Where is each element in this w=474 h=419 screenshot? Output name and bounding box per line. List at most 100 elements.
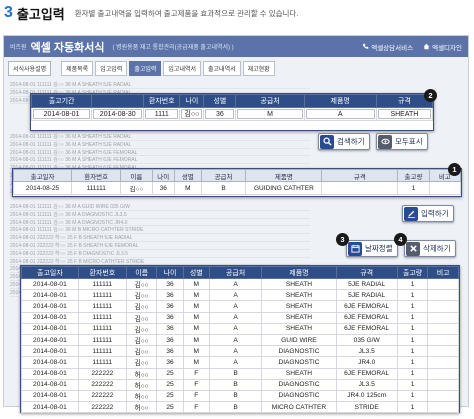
table-row[interactable]: 2014-08-01 222222 허○○ 25 F B SHEATH 6JE FEMORAL… xyxy=(21,367,459,380)
table-cell: 6JE FEMORAL xyxy=(335,322,398,335)
table-row[interactable]: 2014-08-01 222222 허○○ 25 F B MICRO CATHTER STRI… xyxy=(21,401,459,414)
table-cell: 김○○ xyxy=(125,289,158,302)
table-cell: A xyxy=(208,345,263,358)
input-product-field[interactable]: GUIDING CATHTER xyxy=(245,181,323,195)
table-cell: B xyxy=(208,378,263,391)
service-link[interactable]: 엑셀디자인 xyxy=(423,42,462,52)
table-cell xyxy=(427,289,459,302)
sort-date-button[interactable]: 날짜정렬 xyxy=(346,240,398,257)
table-cell: 6JE FEMORAL xyxy=(335,300,398,313)
search-button[interactable]: 검색하기 xyxy=(318,133,370,150)
table-cell: SHEATH xyxy=(261,300,337,313)
search-product[interactable]: SHEATH xyxy=(377,109,431,119)
table-cell xyxy=(427,345,459,358)
input-note-field[interactable] xyxy=(428,181,462,195)
search-start-date[interactable]: 2014-08-01 xyxy=(33,109,91,119)
table-cell: 222222 xyxy=(77,367,127,380)
support-link[interactable]: 엑셀상담서비스 xyxy=(362,42,413,52)
input-spec-field[interactable] xyxy=(321,181,399,195)
table-row[interactable]: 2014-08-01 111111 김○○ 36 M A DIAGNOSTIC JL3.5 1 xyxy=(21,345,459,358)
table-cell: 2014-08-01 xyxy=(21,333,79,347)
table-cell: M xyxy=(182,277,210,291)
input-sex-field[interactable]: M xyxy=(173,181,202,195)
input-supplier-field[interactable]: B xyxy=(200,181,247,195)
show-all-button[interactable]: 모두표시 xyxy=(376,133,428,150)
table-cell: 2014-08-01 xyxy=(21,289,79,302)
search-patient-no[interactable]: 1111 xyxy=(145,109,179,119)
tab-inbound-report[interactable]: 입고내역서 xyxy=(163,60,202,76)
input-header-row: 출고일자 환자번호 이름 나이 성별 공급처 제품명 규격 출고량 비고 xyxy=(12,169,462,182)
tab-stock-status[interactable]: 재고현황 xyxy=(242,60,275,76)
pencil-icon xyxy=(404,206,418,221)
table-cell: M xyxy=(182,356,210,369)
table-cell: 2014-08-01 xyxy=(21,367,79,380)
table-cell: B xyxy=(208,401,263,414)
table-cell xyxy=(427,300,459,313)
tab-product-list[interactable]: 제품목록 xyxy=(61,60,94,76)
tab-outbound-report[interactable]: 출고내역서 xyxy=(203,60,241,76)
search-end-date[interactable]: 2014-08-30 xyxy=(93,109,143,119)
table-row[interactable]: 2014-08-01 111111 김○○ 36 M A SHEATH 6JE FEMORAL… xyxy=(21,322,459,335)
table-row[interactable]: 2014-08-01 222222 허○○ 25 F B DIAGNOSTIC JR4.0 1… xyxy=(21,389,459,403)
tab-outbound-input[interactable]: 출고입력 xyxy=(129,60,162,76)
table-cell: 36 xyxy=(156,300,184,313)
table-cell: 1 xyxy=(396,345,429,358)
search-age[interactable]: 36 xyxy=(205,109,235,119)
background-row: 2014-08-01 111111 김○○ 36 M A GUID WIRE 0… xyxy=(10,203,310,211)
input-header-spec: 규격 xyxy=(321,169,399,182)
table-cell: GUID WIRE xyxy=(261,333,337,347)
table-cell: JR4.0 125cm xyxy=(335,389,398,403)
table-cell: 6JE FEMORAL xyxy=(335,311,398,324)
table-cell: 111111 xyxy=(77,277,127,291)
table-row[interactable]: 2014-08-01 111111 김○○ 36 M A GUID WIRE 035 G/W 1 xyxy=(21,333,459,347)
table-row[interactable]: 2014-08-01 111111 김○○ 36 M A SHEATH 5JE RADIAL 1 xyxy=(21,277,459,291)
table-cell: F xyxy=(182,401,210,414)
table-row[interactable]: 2014-08-01 111111 김○○ 36 M A SHEATH 6JE FEMORAL… xyxy=(21,300,459,313)
table-row[interactable]: 2014-08-01 222222 허○○ 25 F B DIAGNOSTIC JL3.5 1 xyxy=(21,378,459,391)
input-header-qty: 출고량 xyxy=(397,169,430,182)
phone-icon xyxy=(362,43,369,49)
table-cell: SHEATH xyxy=(261,367,337,380)
results-header-name: 이름 xyxy=(125,266,158,279)
table-cell: 222222 xyxy=(77,401,127,414)
table-cell: 2014-08-01 xyxy=(21,356,79,369)
input-patient-no-field[interactable]: 111111 xyxy=(71,181,122,195)
table-cell xyxy=(427,277,459,291)
input-button[interactable]: 입력하기 xyxy=(402,205,454,222)
input-name-field[interactable]: 김○○ xyxy=(120,181,153,195)
background-row: 2014-08-01 111111 김○○ 36 M A DIAGNOSTIC … xyxy=(10,219,310,227)
results-header-product: 제품명 xyxy=(261,266,337,279)
input-qty-field[interactable]: 1 xyxy=(397,181,430,195)
delete-button[interactable]: 삭제하기 xyxy=(404,240,456,257)
table-cell: 김○○ xyxy=(125,345,158,358)
search-supplier[interactable]: A xyxy=(305,109,375,119)
input-button-label: 입력하기 xyxy=(421,209,449,218)
manual-button[interactable]: 서식사용설명 xyxy=(8,60,52,76)
table-cell: 2014-08-01 xyxy=(21,300,79,313)
table-row[interactable]: 2014-08-01 111111 김○○ 36 M A DIAGNOSTIC JR4.0 1 xyxy=(21,356,459,369)
results-header-row: 출고일자 환자번호 이름 나이 성별 공급처 제품명 규격 출고량 비고 xyxy=(21,266,459,279)
table-cell: 2014-08-01 xyxy=(21,277,79,291)
table-cell: F xyxy=(182,378,210,391)
search-name[interactable]: 김○○ xyxy=(181,109,203,119)
table-cell: JL3.5 xyxy=(335,378,398,391)
table-cell: 1 xyxy=(396,289,429,302)
background-row: 2014-08-01 111111 김○○ 36 M A SHEATH 5JE … xyxy=(10,133,310,141)
table-cell: A xyxy=(208,356,263,369)
table-cell: 111111 xyxy=(77,322,127,335)
table-cell: M xyxy=(182,345,210,358)
table-cell: B xyxy=(208,389,263,403)
table-row[interactable]: 2014-08-01 111111 김○○ 36 M A SHEATH 6JE FEMORAL… xyxy=(21,311,459,324)
input-date-field[interactable]: 2014-08-25 xyxy=(12,181,73,195)
tab-inbound-input[interactable]: 입고입력 xyxy=(95,60,128,76)
table-cell: DIAGNOSTIC xyxy=(261,378,337,391)
table-row[interactable]: 2014-08-01 111111 김○○ 36 M A SHEATH 5JE RADIAL 1 xyxy=(21,289,459,302)
search-sex[interactable]: M xyxy=(237,109,303,119)
table-cell: 36 xyxy=(156,311,184,324)
table-cell: 1 xyxy=(396,389,429,403)
calendar-icon xyxy=(348,241,362,256)
support-link-label: 엑셀상담서비스 xyxy=(371,44,414,52)
input-header-name: 이름 xyxy=(120,169,153,182)
input-age-field[interactable]: 36 xyxy=(151,181,175,195)
background-row: 2014-08-01 111111 김○○ 36 M A SHEATH 5JE … xyxy=(10,141,310,149)
